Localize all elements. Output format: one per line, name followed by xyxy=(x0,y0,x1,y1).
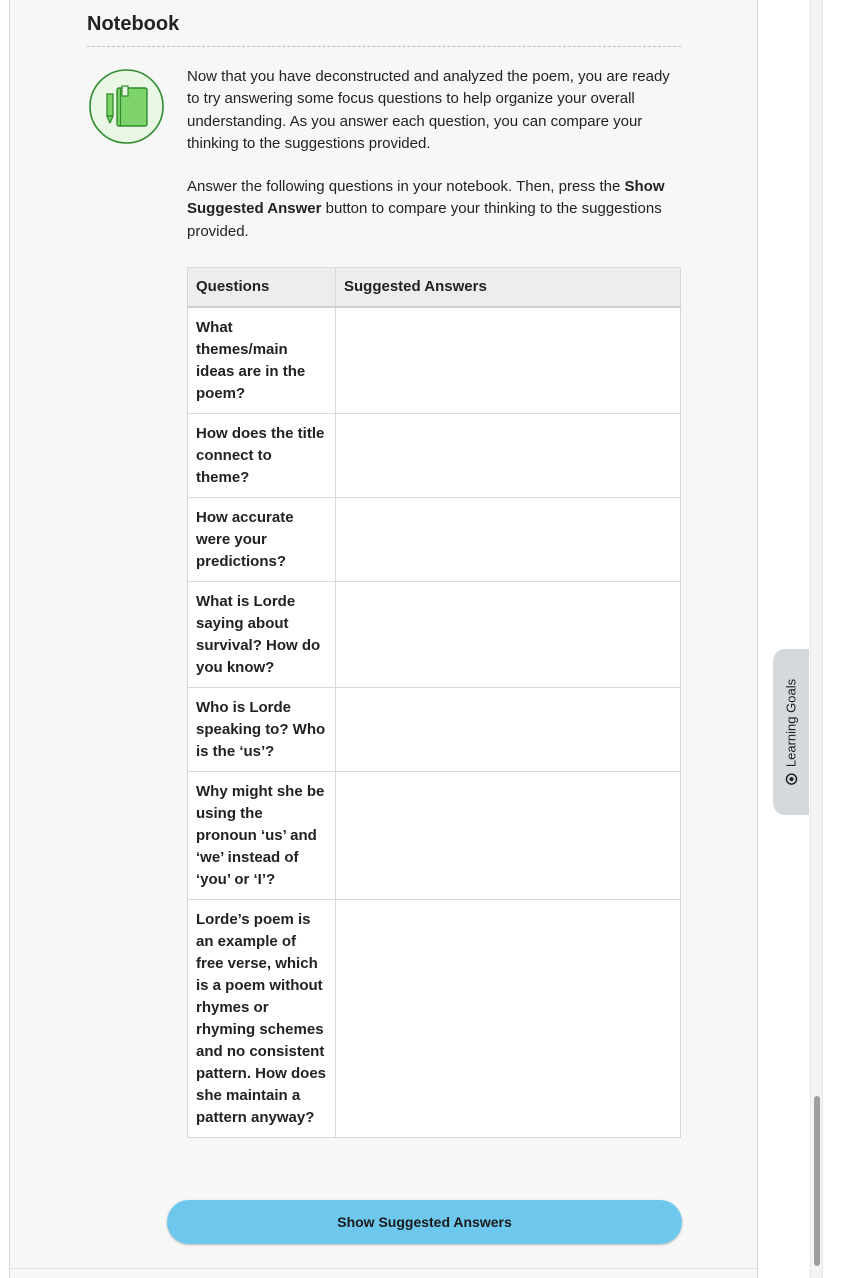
intro-paragraph-1: Now that you have deconstructed and anal… xyxy=(187,68,670,152)
question-cell: Who is Lorde speaking to? Who is the ‘us… xyxy=(187,687,336,772)
question-cell: Lorde’s poem is an example of free verse… xyxy=(187,899,336,1138)
answer-cell xyxy=(335,306,681,414)
divider xyxy=(9,1268,758,1269)
question-cell: What themes/main ideas are in the poem? xyxy=(187,306,336,414)
intro-text: Now that you have deconstructed and anal… xyxy=(187,66,681,264)
page: Notebook Now that you have deconstructed… xyxy=(0,0,848,1278)
answer-cell xyxy=(335,771,681,900)
table-row: Why might she be using the pronoun ‘us’ … xyxy=(187,771,681,900)
intro-paragraph-2-start: Answer the following questions in your n… xyxy=(187,178,625,196)
answer-cell xyxy=(335,581,681,688)
section-title: Notebook xyxy=(87,13,681,47)
question-cell: How does the title connect to theme? xyxy=(187,413,336,498)
notebook-pencil-icon xyxy=(89,69,164,144)
table-header-row: Questions Suggested Answers xyxy=(187,267,681,308)
answer-cell xyxy=(335,413,681,498)
answer-cell xyxy=(335,899,681,1138)
show-suggested-answers-button[interactable]: Show Suggested Answers xyxy=(167,1200,682,1244)
question-cell: How accurate were your predictions? xyxy=(187,497,336,582)
table-row: Who is Lorde speaking to? Who is the ‘us… xyxy=(187,687,681,772)
table-row: What themes/main ideas are in the poem? xyxy=(187,306,681,414)
table-row: How does the title connect to theme? xyxy=(187,413,681,498)
answer-cell xyxy=(335,687,681,772)
learning-goals-tab[interactable]: Learning Goals xyxy=(773,649,809,815)
answers-column-header: Suggested Answers xyxy=(335,267,681,308)
target-icon xyxy=(785,773,797,785)
questions-table: Questions Suggested Answers What themes/… xyxy=(187,267,681,1138)
scrollbar-thumb[interactable] xyxy=(814,1096,820,1266)
table-row: How accurate were your predictions? xyxy=(187,497,681,582)
questions-column-header: Questions xyxy=(187,267,336,308)
table-row: What is Lorde saying about survival? How… xyxy=(187,581,681,688)
intro-paragraph-2: Answer the following questions in your n… xyxy=(187,176,681,243)
table-row: Lorde’s poem is an example of free verse… xyxy=(187,899,681,1138)
question-cell: What is Lorde saying about survival? How… xyxy=(187,581,336,688)
scrollbar[interactable] xyxy=(810,0,823,1278)
answer-cell xyxy=(335,497,681,582)
question-cell: Why might she be using the pronoun ‘us’ … xyxy=(187,771,336,900)
learning-goals-tab-content: Learning Goals xyxy=(784,679,799,785)
learning-goals-label: Learning Goals xyxy=(783,678,799,768)
